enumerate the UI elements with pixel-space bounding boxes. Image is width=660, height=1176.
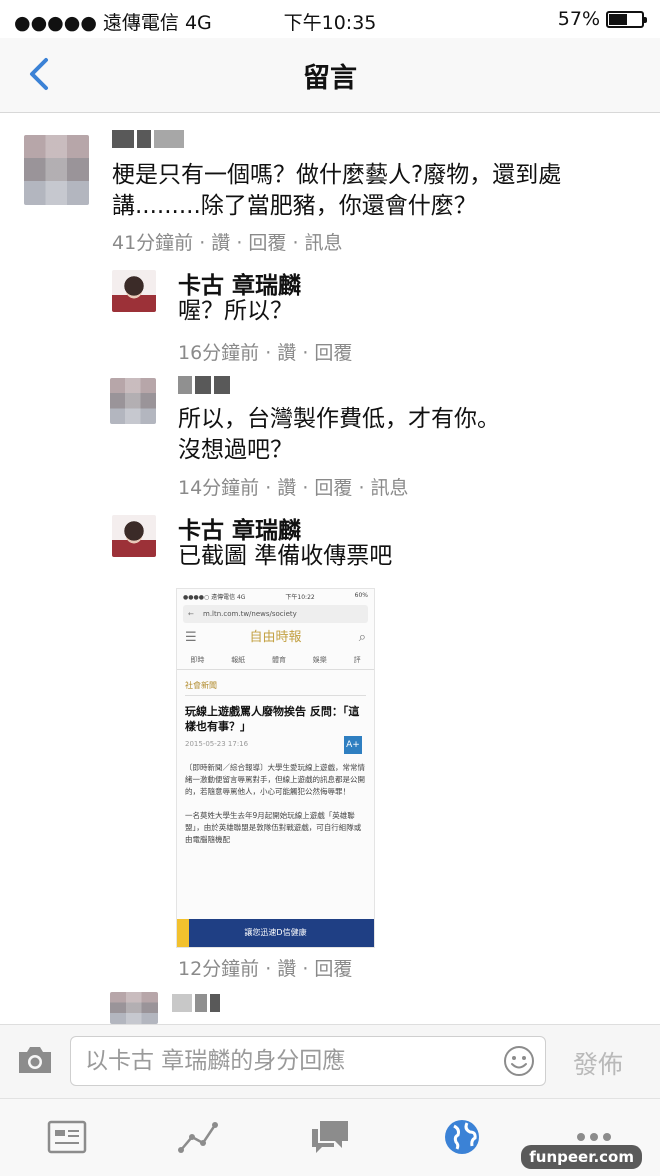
avatar[interactable] xyxy=(110,992,158,1024)
comment-text: 所以，台灣製作費低，才有你。 沒想過吧？ xyxy=(178,406,500,463)
navigation-bar: 留言 xyxy=(0,38,660,113)
page-title: 留言 xyxy=(303,63,357,94)
reply-bar: 發佈 xyxy=(0,1024,660,1099)
shot-carrier: ●●●●○ 遠傳電信 4G xyxy=(183,594,246,601)
shot-ad-banner: 讓您迅速D信健康 xyxy=(177,919,374,947)
commenter-name[interactable]: 卡古 章瑞麟 xyxy=(178,266,301,300)
news-feed-icon[interactable] xyxy=(45,1117,89,1157)
comment-text: 梗是只有一個嗎？做什麼藝人?廢物，還到處講.........除了當肥豬，你還會什… xyxy=(112,162,562,219)
comment-text: 喔？所以？ xyxy=(178,298,293,324)
shot-time: 下午10:22 xyxy=(285,594,315,601)
comment-meta: 12分鐘前 · 讚 · 回覆 xyxy=(178,958,353,980)
shot-article-body: 〔即時新聞／綜合報導〕大學生愛玩線上遊戲，常常情緒一激動便留言辱罵對手，但線上遊… xyxy=(185,763,365,844)
shot-section-label: 社會新聞 xyxy=(185,680,366,696)
shot-battery: 60% xyxy=(354,592,368,599)
post-button[interactable]: 發佈 xyxy=(573,1045,623,1081)
messages-icon[interactable] xyxy=(308,1117,352,1157)
status-bar: ●●●●● 遠傳電信 4G 下午10:35 57% xyxy=(0,0,660,38)
shot-headline: 玩線上遊戲罵人廢物挨告 反問：「這樣也有事？」 xyxy=(185,705,360,733)
battery-percent: 57% xyxy=(557,8,600,30)
comment-text: 已截圖 準備收傳票吧 xyxy=(178,543,393,569)
reply-input[interactable] xyxy=(71,1037,487,1085)
shot-menu-icon: ☰ xyxy=(185,630,197,645)
shot-back-icon: ← xyxy=(188,610,194,618)
shot-logo: ☰ 自由時報 ⌕ xyxy=(177,625,374,651)
avatar[interactable] xyxy=(112,270,156,312)
commenter-name-blurred[interactable] xyxy=(112,130,187,152)
camera-icon[interactable] xyxy=(16,1045,54,1075)
shot-date: 2015-05-23 17:16 A+ xyxy=(185,736,366,754)
globe-icon[interactable] xyxy=(440,1117,484,1157)
commenter-name-blurred[interactable] xyxy=(172,994,223,1016)
reply-field-container xyxy=(70,1036,546,1086)
commenter-name-blurred[interactable] xyxy=(178,376,233,398)
shot-search-icon: ⌕ xyxy=(358,630,366,645)
shot-url-bar: ← m.ltn.com.tw/news/society xyxy=(183,605,368,623)
battery-icon xyxy=(606,10,647,28)
avatar[interactable] xyxy=(24,135,89,205)
shot-category-menu: 即時 報紙 體育 娛樂 評 xyxy=(177,651,374,670)
comment-meta: 16分鐘前 · 讚 · 回覆 xyxy=(178,342,353,364)
sticker-smiley-icon[interactable] xyxy=(503,1045,535,1077)
comment-meta: 41分鐘前 · 讚 · 回覆 · 訊息 xyxy=(112,232,343,254)
shot-font-size-icon: A+ xyxy=(344,736,362,754)
activity-icon[interactable] xyxy=(176,1117,220,1157)
attached-screenshot[interactable]: ●●●●○ 遠傳電信 4G 下午10:22 60% ← m.ltn.com.tw… xyxy=(176,588,375,948)
avatar[interactable] xyxy=(112,515,156,557)
watermark: funpeer.com xyxy=(521,1145,642,1169)
comment-meta: 14分鐘前 · 讚 · 回覆 · 訊息 xyxy=(178,477,409,499)
commenter-name[interactable]: 卡古 章瑞麟 xyxy=(178,511,301,545)
shot-url: m.ltn.com.tw/news/society xyxy=(203,610,297,618)
avatar[interactable] xyxy=(110,378,156,424)
